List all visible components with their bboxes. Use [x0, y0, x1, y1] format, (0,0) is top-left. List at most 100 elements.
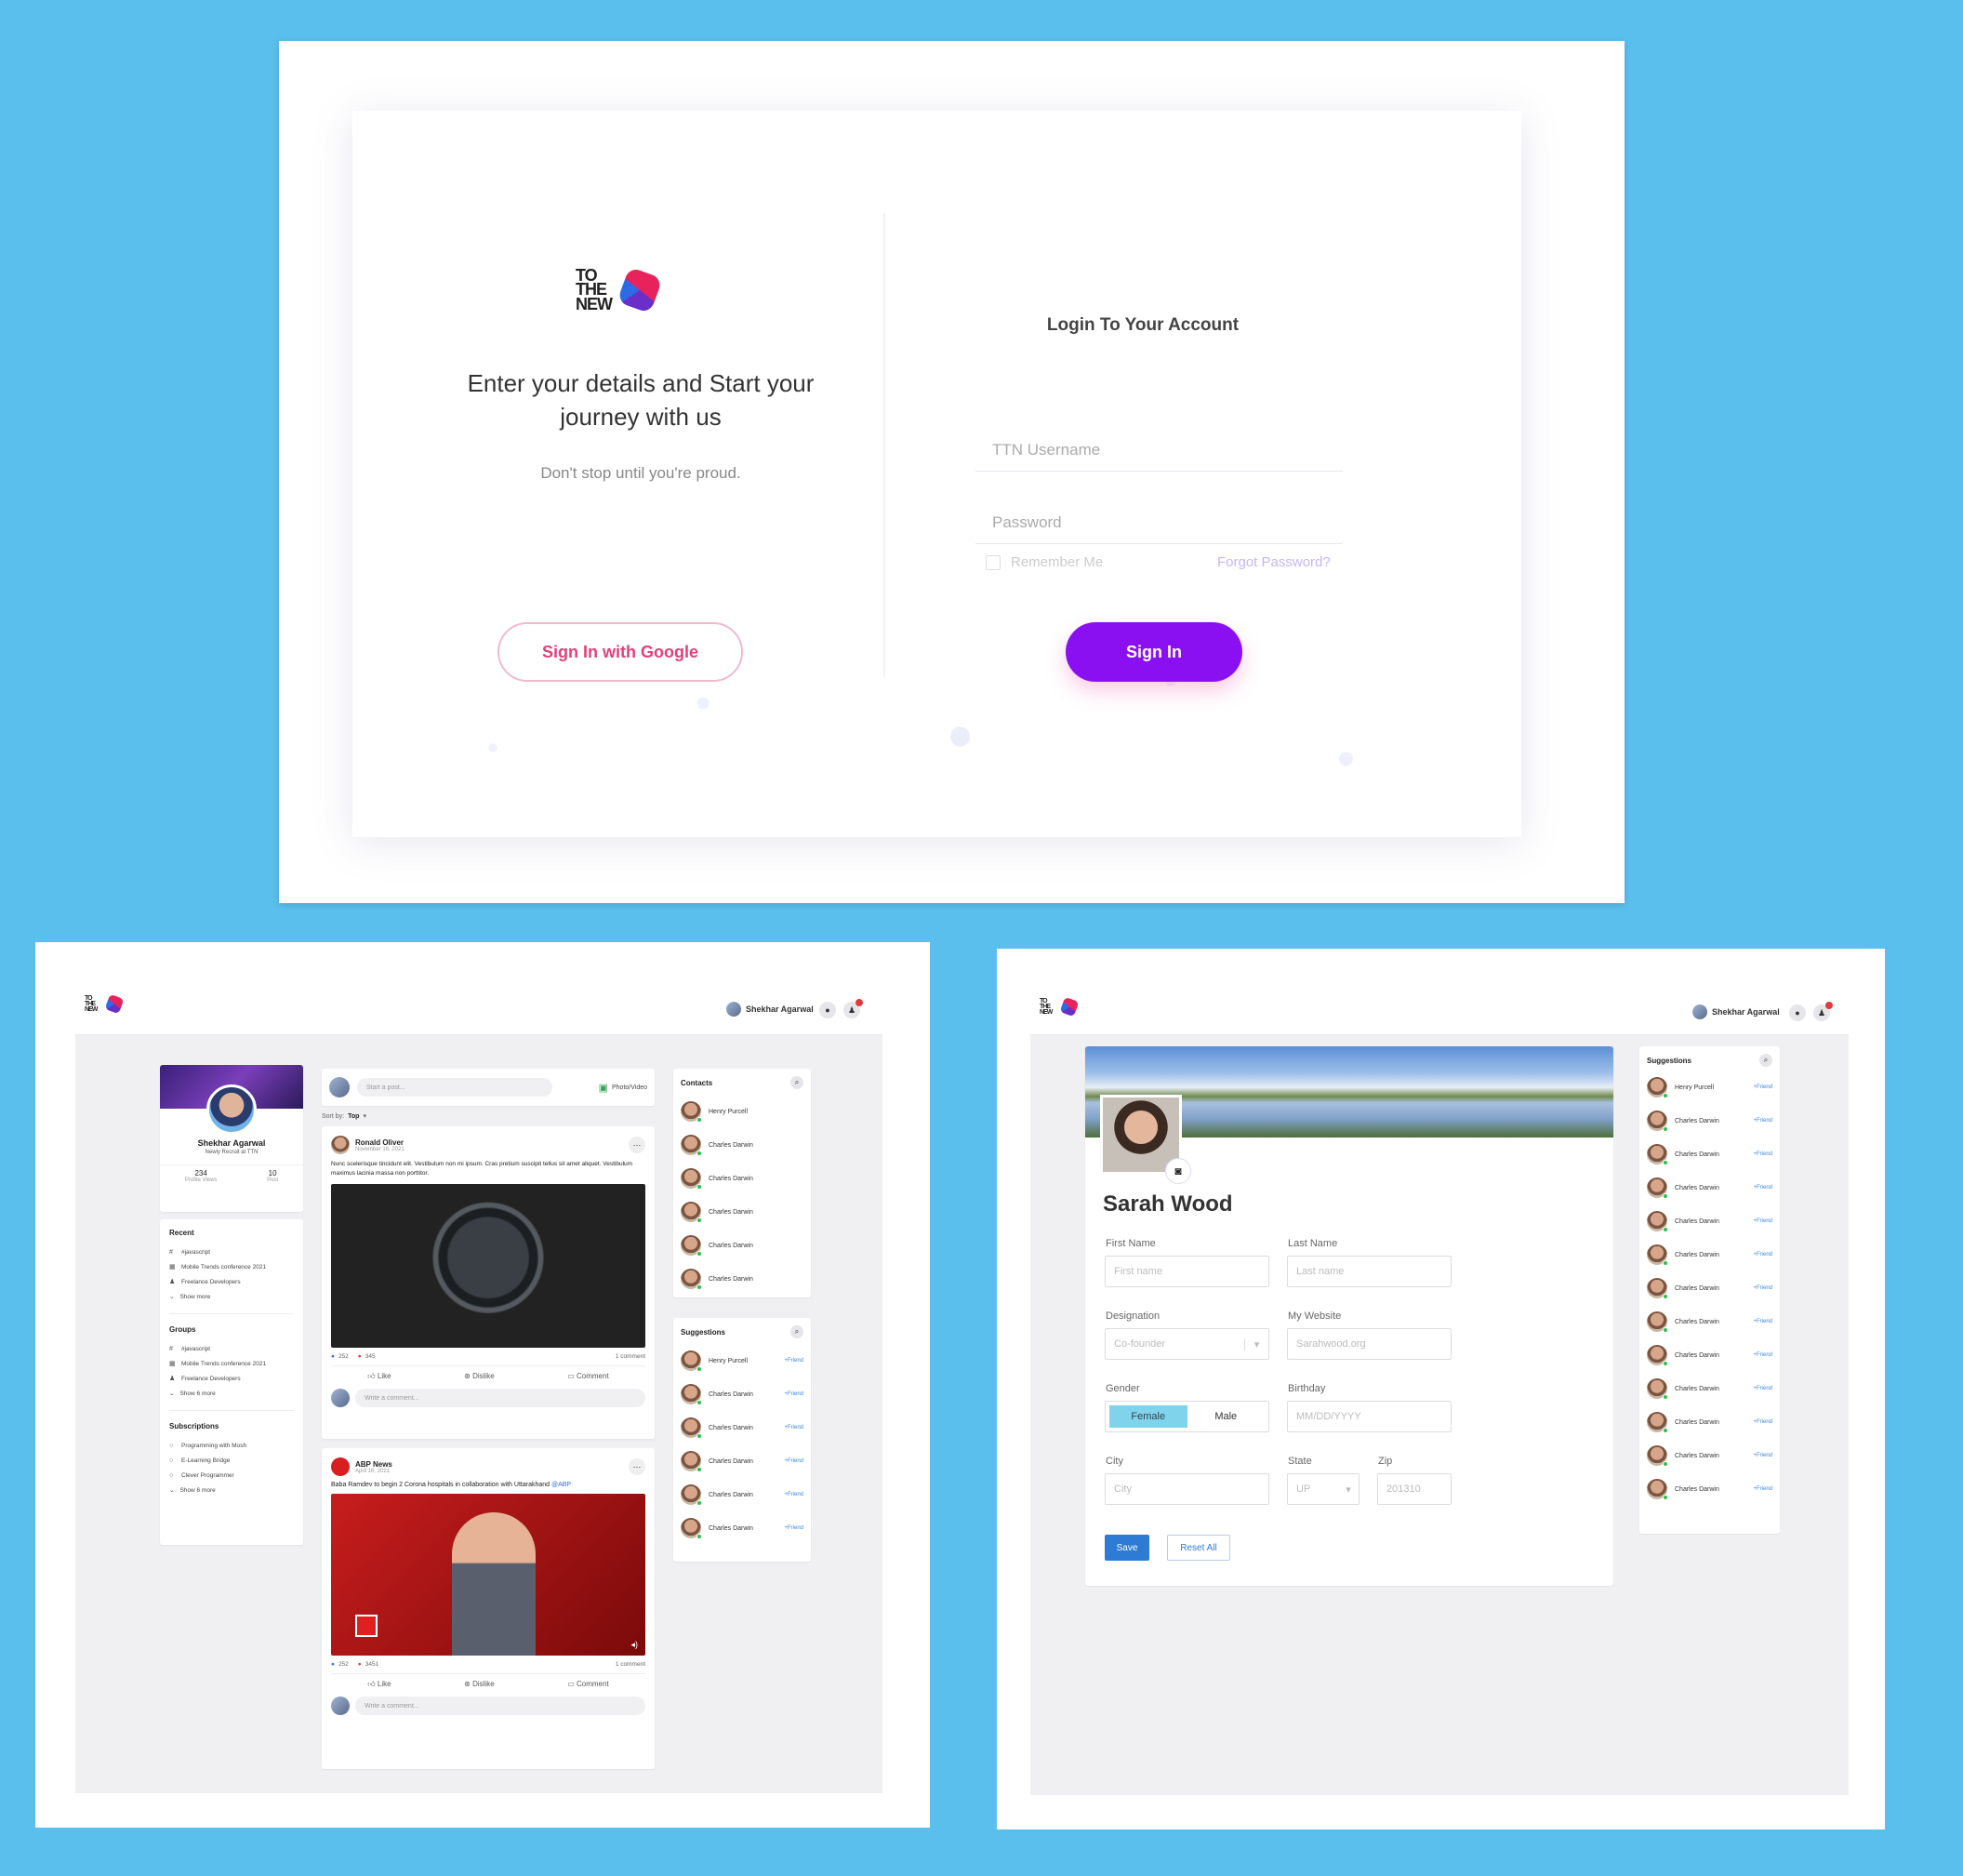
list-item[interactable]: Charles Darwin +Friend [1647, 1138, 1772, 1171]
add-friend-button[interactable]: +Friend [1753, 1486, 1772, 1492]
dislike-button[interactable]: ⊛ Dislike [464, 1372, 495, 1381]
username-input[interactable]: TTN Username [975, 429, 1343, 472]
add-friend-button[interactable]: +Friend [784, 1391, 803, 1397]
like-button[interactable]: 👍︎ Like [367, 1372, 391, 1381]
dislike-button[interactable]: ⊛ Dislike [464, 1680, 495, 1689]
add-friend-button[interactable]: +Friend [784, 1358, 803, 1364]
list-item[interactable]: ○ Programming with Mosh [169, 1438, 294, 1453]
more-options-icon[interactable]: … [629, 1458, 645, 1475]
comment-button[interactable]: ▭ Comment [567, 1372, 608, 1381]
search-icon[interactable]: ⌕ [1759, 1054, 1772, 1067]
forgot-password-link[interactable]: Forgot Password? [1217, 554, 1331, 570]
start-post-input[interactable]: Start a post... [357, 1078, 552, 1097]
comment-input[interactable]: Write a comment... [355, 1696, 645, 1715]
list-item[interactable]: Henry Purcell +Friend [1647, 1071, 1772, 1104]
add-friend-button[interactable]: +Friend [1753, 1419, 1772, 1425]
reset-button[interactable]: Reset All [1167, 1535, 1230, 1561]
list-item[interactable]: Charles Darwin +Friend [1647, 1472, 1772, 1506]
gender-female-option[interactable]: Female [1109, 1405, 1187, 1428]
website-input[interactable]: Sarahwood.org [1287, 1328, 1452, 1360]
list-item[interactable]: ○ E-Learning Bridge [169, 1453, 294, 1468]
list-item[interactable]: Charles Darwin [681, 1195, 803, 1229]
birthday-input[interactable]: MM/DD/YYYY [1287, 1401, 1452, 1432]
list-item[interactable]: Charles Darwin +Friend [1647, 1104, 1772, 1138]
comment-count[interactable]: 1 comment [616, 1353, 645, 1360]
post-image[interactable] [331, 1184, 645, 1348]
password-input[interactable]: Password [975, 501, 1343, 544]
ttn-logo[interactable]: TO THE NEW [1040, 997, 1080, 1018]
designation-select[interactable]: Co-founder ▾ [1105, 1328, 1269, 1360]
list-item[interactable]: Charles Darwin [681, 1162, 803, 1195]
list-item[interactable]: ♟ Freelance Developers [169, 1371, 294, 1386]
like-button[interactable]: 👍︎ Like [367, 1680, 391, 1689]
list-item[interactable]: Charles Darwin +Friend [1647, 1305, 1772, 1338]
search-icon[interactable]: ⌕ [790, 1076, 803, 1089]
list-item[interactable]: Charles Darwin [681, 1128, 803, 1162]
list-item[interactable]: Charles Darwin +Friend [681, 1511, 803, 1545]
add-friend-button[interactable]: +Friend [1753, 1252, 1772, 1257]
list-item[interactable]: Charles Darwin +Friend [1647, 1171, 1772, 1204]
sort-control[interactable]: Sort by: Top ▾ [322, 1112, 366, 1121]
save-button[interactable]: Save [1105, 1535, 1149, 1561]
friend-requests-icon[interactable]: ♟ [843, 999, 863, 1018]
comment-button[interactable]: ▭ Comment [567, 1680, 608, 1689]
friend-requests-icon[interactable]: ♟ [1813, 1002, 1833, 1021]
volume-icon[interactable]: ◂) [630, 1640, 638, 1650]
show-more-link[interactable]: ⌄ Show more [169, 1289, 294, 1304]
list-item[interactable]: Charles Darwin [681, 1262, 803, 1296]
list-item[interactable]: Charles Darwin +Friend [1647, 1204, 1772, 1238]
add-friend-button[interactable]: +Friend [1753, 1185, 1772, 1191]
comment-input[interactable]: Write a comment... [355, 1389, 645, 1407]
add-friend-button[interactable]: +Friend [1753, 1386, 1772, 1391]
list-item[interactable]: ♟ Freelance Developers [169, 1274, 294, 1289]
photo-video-button[interactable]: ▣ Photo/Video [599, 1082, 647, 1094]
list-item[interactable]: Henry Purcell [681, 1095, 803, 1128]
list-item[interactable]: Charles Darwin +Friend [1647, 1439, 1772, 1472]
list-item[interactable]: # #javascript [169, 1341, 294, 1356]
list-item[interactable]: ▦ Mobile Trends conference 2021 [169, 1259, 294, 1274]
remember-checkbox[interactable] [986, 555, 1001, 570]
first-name-input[interactable]: First name [1105, 1256, 1269, 1287]
user-menu[interactable]: Shekhar Agarwal [1692, 1005, 1780, 1019]
list-item[interactable]: Charles Darwin +Friend [1647, 1238, 1772, 1271]
camera-icon[interactable]: ◙ [1165, 1158, 1191, 1184]
show-more-link[interactable]: ⌄ Show 6 more [169, 1386, 294, 1401]
add-friend-button[interactable]: +Friend [784, 1458, 803, 1464]
list-item[interactable]: Charles Darwin +Friend [681, 1444, 803, 1478]
messenger-icon[interactable]: ● [1789, 1005, 1806, 1021]
post-video[interactable]: ◂) [331, 1494, 645, 1656]
list-item[interactable]: ○ Clever Programmer [169, 1468, 294, 1483]
add-friend-button[interactable]: +Friend [1753, 1118, 1772, 1124]
list-item[interactable]: Charles Darwin +Friend [1647, 1372, 1772, 1405]
ttn-logo[interactable]: TO THE NEW [85, 994, 125, 1015]
city-input[interactable]: City [1105, 1473, 1269, 1505]
list-item[interactable]: ▦ Mobile Trends conference 2021 [169, 1356, 294, 1371]
show-more-link[interactable]: ⌄ Show 6 more [169, 1483, 294, 1497]
post-author[interactable]: Ronald Oliver [355, 1138, 405, 1147]
user-menu[interactable]: Shekhar Agarwal [726, 1002, 814, 1017]
list-item[interactable]: Charles Darwin +Friend [681, 1478, 803, 1511]
list-item[interactable]: Charles Darwin [681, 1229, 803, 1262]
add-friend-button[interactable]: +Friend [1753, 1151, 1772, 1157]
add-friend-button[interactable]: +Friend [784, 1425, 803, 1430]
list-item[interactable]: Charles Darwin +Friend [1647, 1338, 1772, 1372]
profile-avatar[interactable] [206, 1084, 257, 1135]
add-friend-button[interactable]: +Friend [1753, 1285, 1772, 1291]
comment-count[interactable]: 1 comment [616, 1661, 645, 1668]
list-item[interactable]: # #javascript [169, 1244, 294, 1259]
messenger-icon[interactable]: ● [819, 1002, 836, 1018]
state-select[interactable]: UP ▾ [1287, 1473, 1360, 1505]
list-item[interactable]: Charles Darwin +Friend [681, 1411, 803, 1444]
add-friend-button[interactable]: +Friend [1753, 1084, 1772, 1090]
list-item[interactable]: Charles Darwin +Friend [1647, 1405, 1772, 1439]
post-author[interactable]: ABP News [355, 1460, 392, 1469]
last-name-input[interactable]: Last name [1287, 1256, 1452, 1287]
more-options-icon[interactable]: … [629, 1137, 645, 1153]
google-signin-button[interactable]: Sign In with Google [497, 622, 743, 682]
add-friend-button[interactable]: +Friend [1753, 1319, 1772, 1324]
add-friend-button[interactable]: +Friend [1753, 1352, 1772, 1358]
add-friend-button[interactable]: +Friend [1753, 1453, 1772, 1458]
zip-input[interactable]: 201310 [1377, 1473, 1452, 1505]
list-item[interactable]: Henry Purcell +Friend [681, 1344, 803, 1377]
add-friend-button[interactable]: +Friend [784, 1492, 803, 1497]
